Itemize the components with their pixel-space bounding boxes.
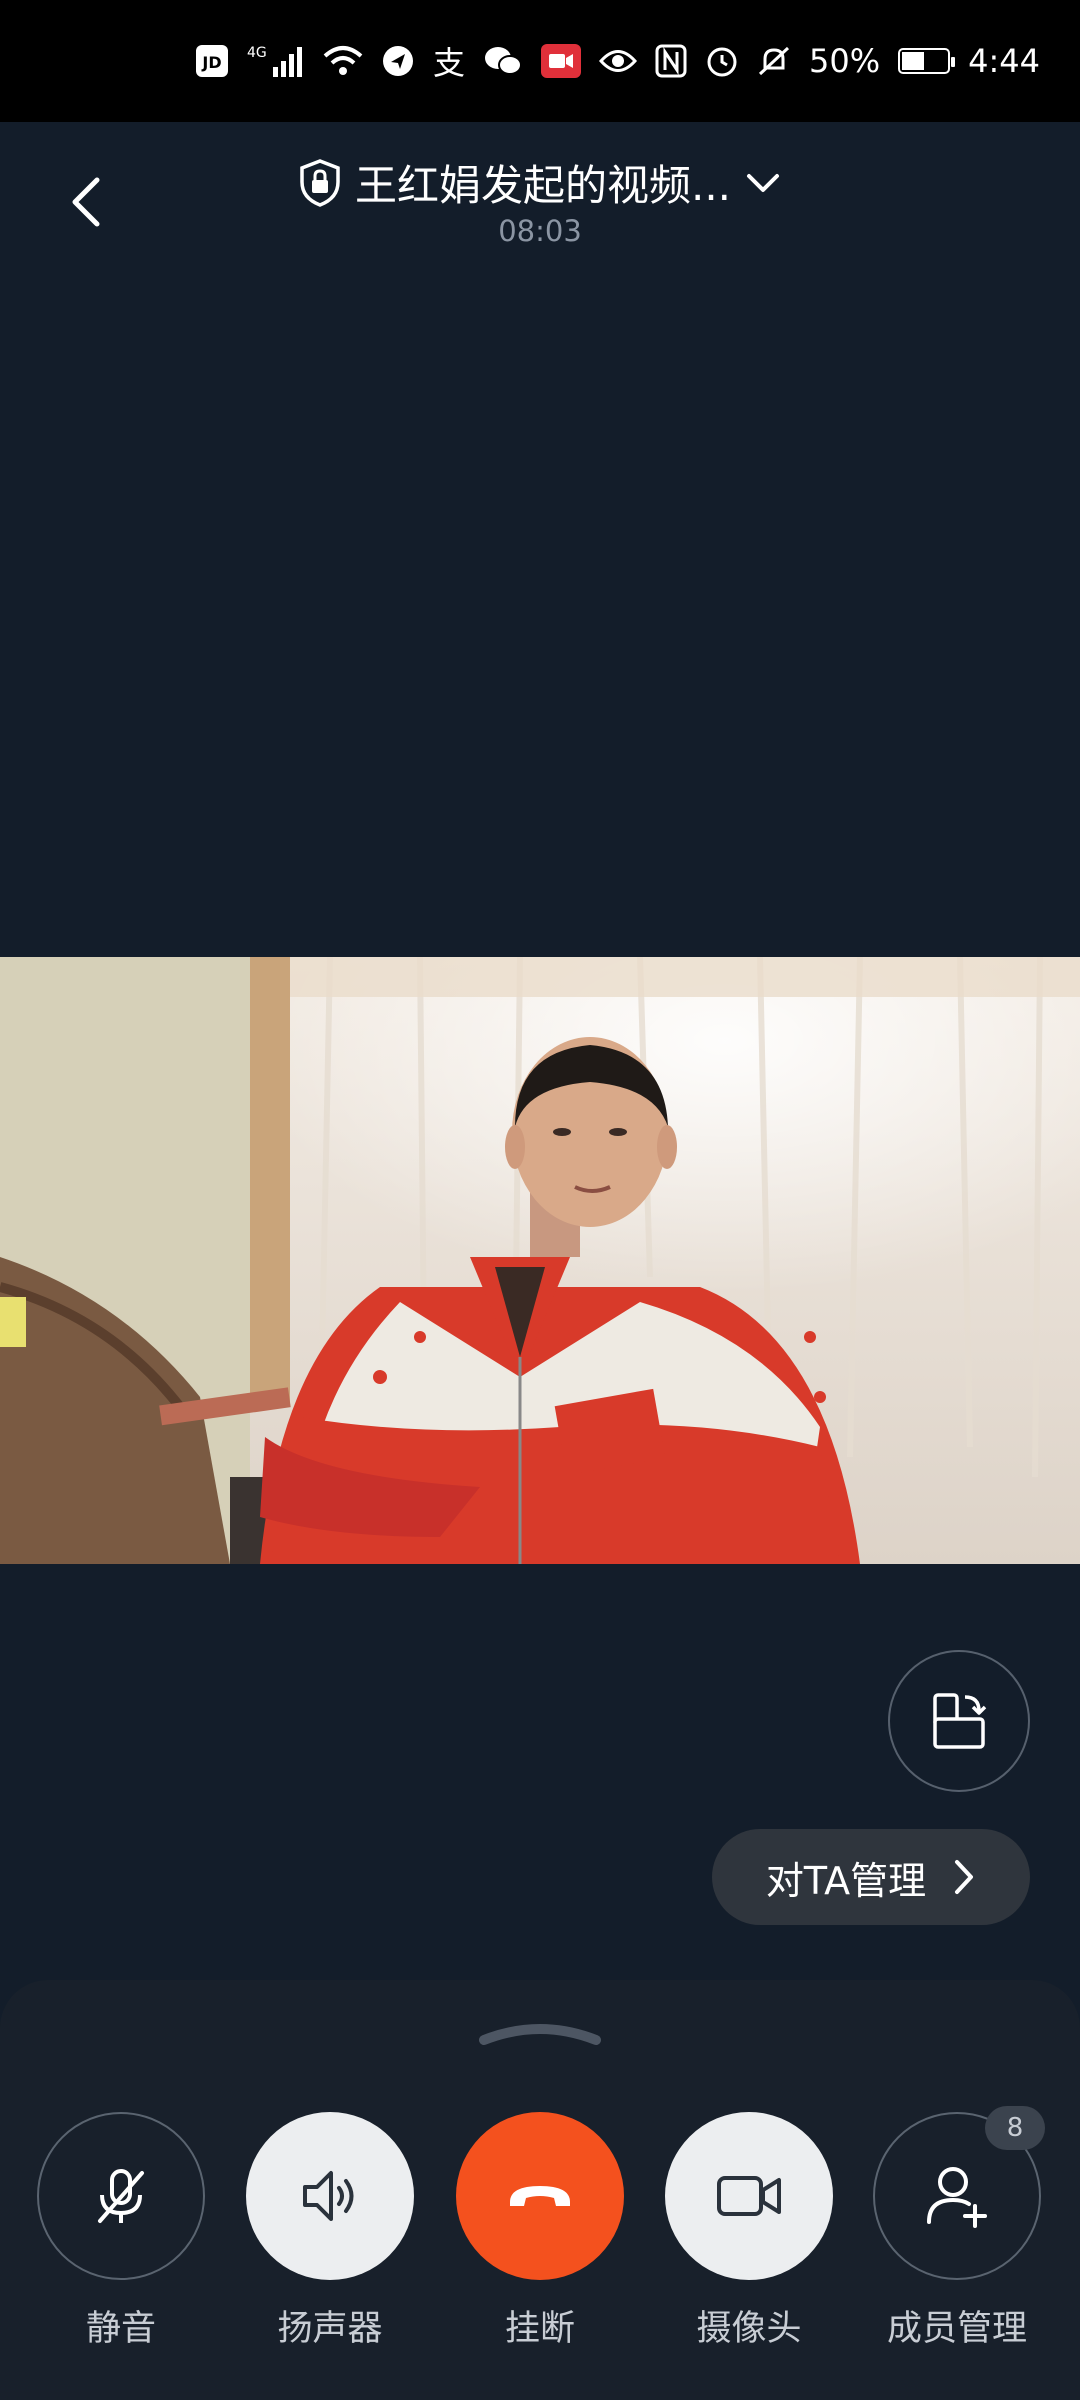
call-header: 王红娟发起的视频... 08:03: [0, 122, 1080, 272]
battery-level-fill: [902, 52, 925, 70]
wifi-icon: [323, 44, 363, 78]
chevron-down-icon: [747, 173, 780, 192]
mute-button[interactable]: [37, 2112, 205, 2280]
signal-icon: 4G: [247, 43, 305, 79]
call-duration: 08:03: [498, 214, 582, 248]
speaker-icon: [303, 2171, 354, 2221]
add-member-icon: [927, 2167, 987, 2228]
nfc-icon: [655, 44, 687, 78]
camera-control[interactable]: 摄像头: [665, 2112, 833, 2351]
expand-handle-icon[interactable]: [478, 2020, 602, 2046]
manage-participant-label: 对TA管理: [765, 1858, 927, 1903]
camera-label: 摄像头: [696, 2309, 802, 2349]
camera-button[interactable]: [665, 2112, 833, 2280]
speaker-label: 扬声器: [277, 2309, 383, 2349]
svg-text:JD: JD: [201, 53, 221, 72]
manage-participant-button[interactable]: 对TA管理: [712, 1829, 1030, 1925]
remote-video-feed[interactable]: [0, 957, 1080, 1564]
mute-label: 静音: [85, 2309, 156, 2349]
clock: 4:44: [968, 42, 1040, 80]
member-count-badge: 8: [985, 2106, 1045, 2150]
hang-up-icon: [510, 2186, 570, 2206]
member-management-button[interactable]: 8: [873, 2106, 1045, 2280]
mute-control[interactable]: 静音: [37, 2112, 205, 2351]
screen-record-icon: [541, 44, 582, 78]
member-management-control[interactable]: 8 成员管理: [873, 2106, 1045, 2351]
shield-lock-icon: [300, 158, 340, 207]
call-controls: 静音 扬声器 挂断 摄像头 8 成员管理: [0, 2106, 1080, 2372]
battery-icon: [898, 48, 956, 74]
battery-percent: 50%: [809, 42, 881, 80]
status-bar: JD 4G 支 50% 4:44: [0, 0, 1080, 122]
alipay-icon: 支: [433, 44, 466, 82]
call-title-dropdown[interactable]: 王红娟发起的视频...: [0, 152, 1080, 213]
eye-icon: [599, 48, 638, 74]
location-icon: [381, 44, 415, 78]
hangup-control[interactable]: 挂断: [456, 2112, 624, 2351]
speaker-control[interactable]: 扬声器: [246, 2112, 414, 2351]
switch-view-button[interactable]: [888, 1650, 1030, 1792]
call-title: 王红娟发起的视频...: [354, 161, 732, 210]
speaker-button[interactable]: [246, 2112, 414, 2280]
member-management-label: 成员管理: [886, 2309, 1027, 2349]
hang-up-button[interactable]: [456, 2112, 624, 2280]
call-control-panel: 静音 扬声器 挂断 摄像头 8 成员管理: [0, 1980, 1080, 2400]
wechat-icon: [483, 44, 523, 78]
microphone-muted-icon: [98, 2169, 144, 2223]
jd-app-icon: JD: [195, 44, 229, 78]
alarm-icon: [705, 44, 739, 78]
hang-up-label: 挂断: [504, 2309, 575, 2349]
camera-icon: [717, 2176, 781, 2216]
video-scene-image: [0, 957, 1080, 1564]
chevron-right-icon: [955, 1860, 974, 1894]
screen-rotate-icon: [933, 1693, 987, 1749]
svg-text:4G: 4G: [247, 45, 267, 61]
mute-icon: [757, 44, 791, 78]
